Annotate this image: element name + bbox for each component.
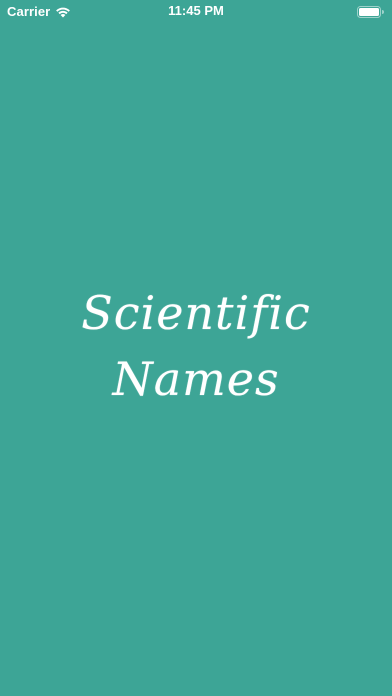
app-title-line-2: Names	[112, 352, 280, 406]
status-bar: Carrier 11:45 PM	[0, 0, 392, 22]
status-time: 11:45 PM	[168, 3, 224, 18]
app-title-line-1: Scientific	[81, 286, 311, 340]
battery-icon	[357, 5, 384, 18]
app-title: Scientific Names	[0, 280, 392, 412]
